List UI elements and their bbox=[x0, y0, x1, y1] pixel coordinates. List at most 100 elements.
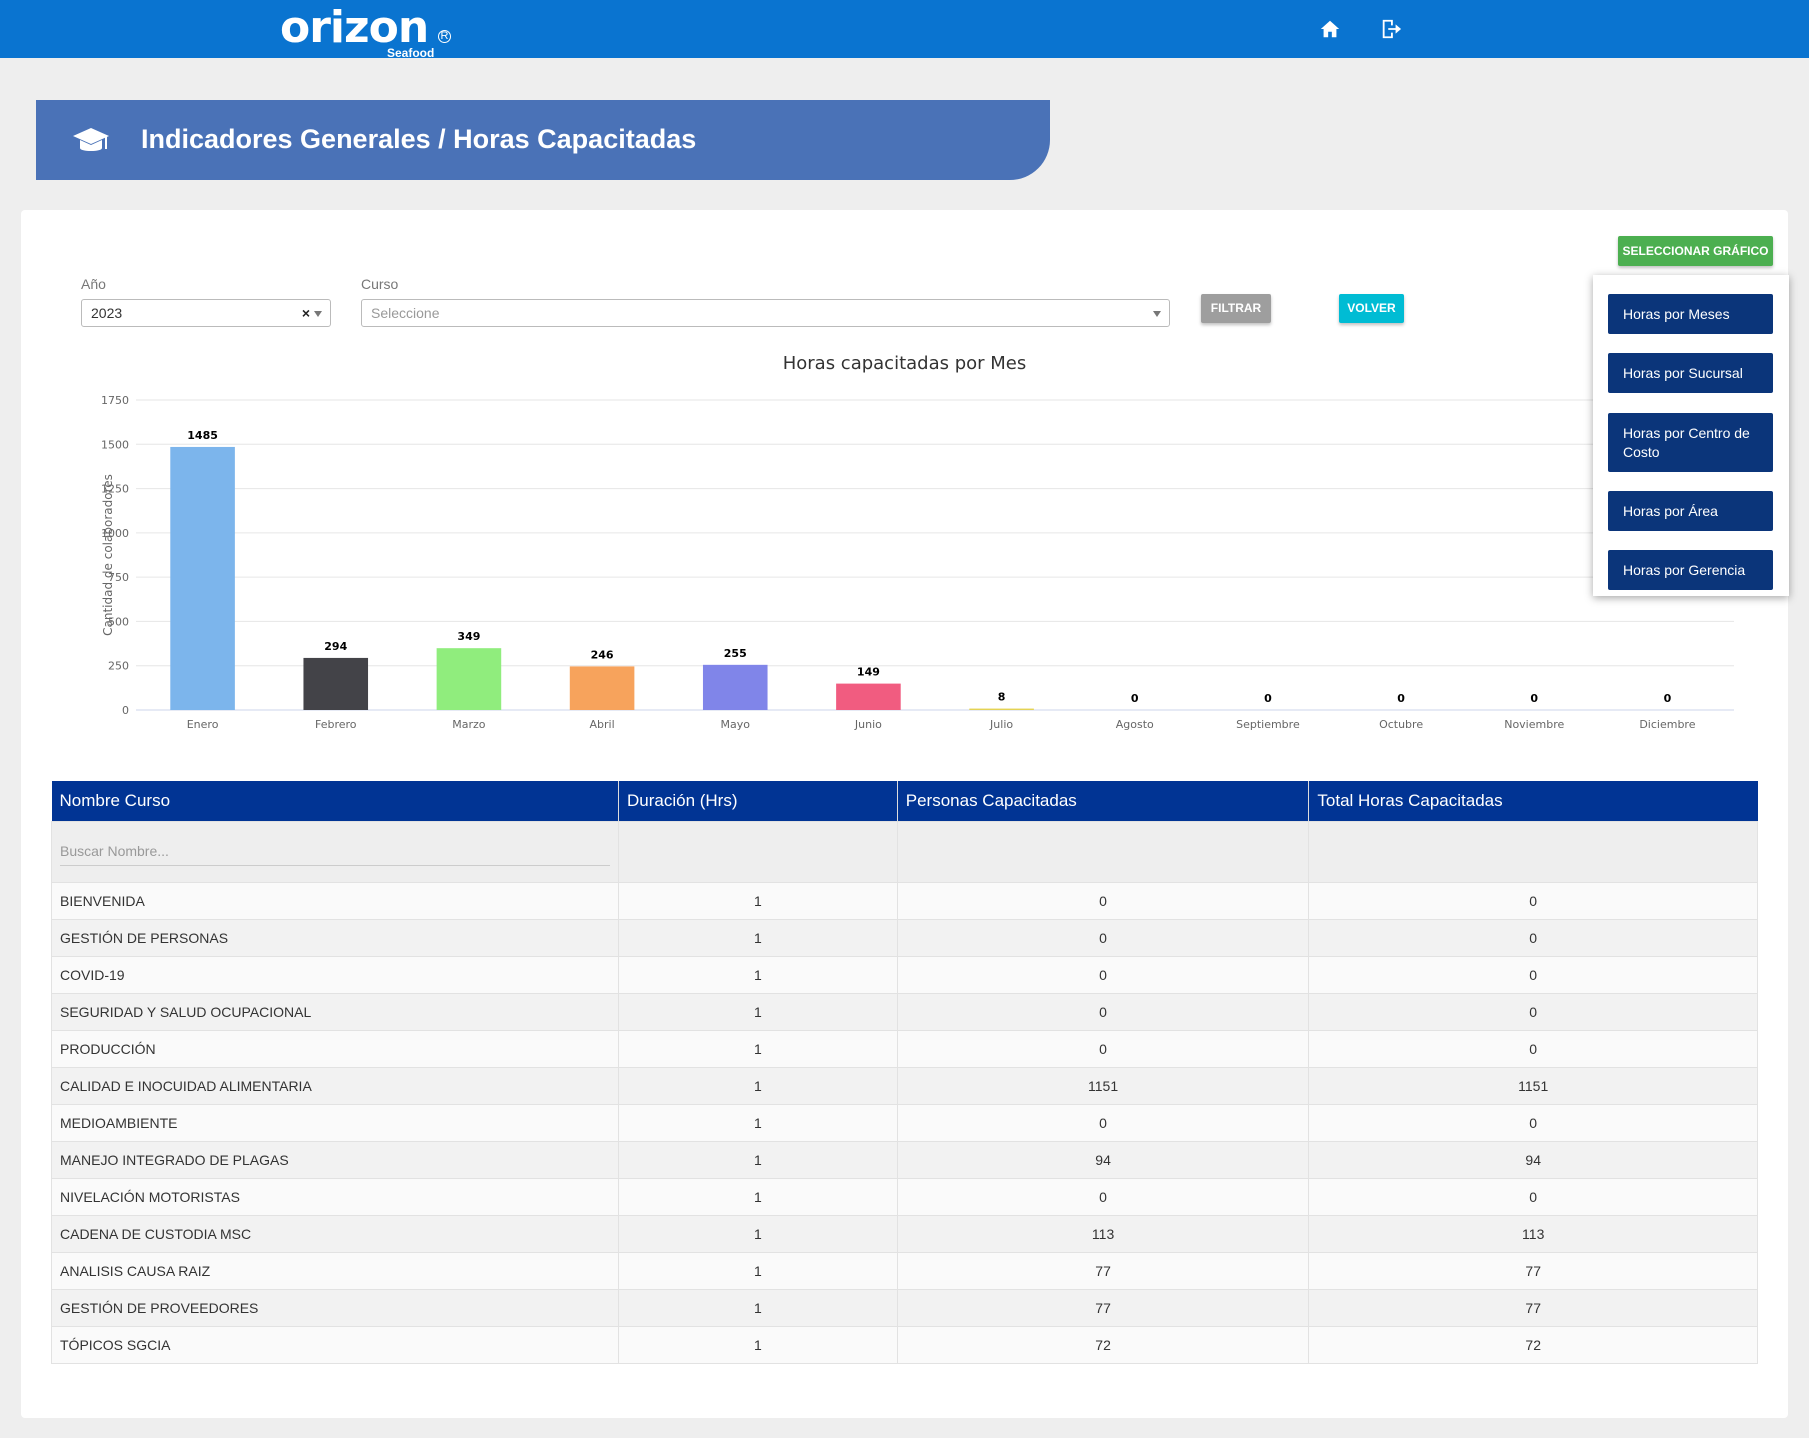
table-row[interactable]: BIENVENIDA 1 0 0 bbox=[51, 881, 1758, 920]
table-filter-row bbox=[51, 820, 1758, 883]
x-tick-label: Marzo bbox=[452, 718, 486, 731]
empty-filter-cell bbox=[896, 820, 1310, 883]
data-label: 1485 bbox=[187, 429, 218, 442]
duration-cell: 1 bbox=[617, 1251, 898, 1290]
page-title: Indicadores Generales / Horas Capacitada… bbox=[141, 124, 697, 154]
column-header-nombre-curso[interactable]: Nombre Curso bbox=[51, 781, 619, 821]
column-header-duracion[interactable]: Duración (Hrs) bbox=[618, 781, 898, 821]
logout-icon[interactable] bbox=[1380, 18, 1402, 40]
x-tick-label: Enero bbox=[187, 718, 219, 731]
menu-item-horas-por-centro-de-costo[interactable]: Horas por Centro de Costo bbox=[1608, 413, 1773, 472]
table-row[interactable]: GESTIÓN DE PROVEEDORES 1 77 77 bbox=[51, 1288, 1758, 1327]
graduation-cap-icon bbox=[73, 128, 109, 151]
table-row[interactable]: CADENA DE CUSTODIA MSC 1 113 113 bbox=[51, 1214, 1758, 1253]
menu-item-horas-por-meses[interactable]: Horas por Meses bbox=[1608, 294, 1773, 334]
chart-title: Horas capacitadas por Mes bbox=[782, 353, 1027, 374]
course-name-cell: COVID-19 bbox=[51, 955, 619, 994]
empty-filter-cell bbox=[617, 820, 898, 883]
column-header-personas-capacitadas[interactable]: Personas Capacitadas bbox=[897, 781, 1310, 821]
home-icon[interactable] bbox=[1319, 18, 1341, 40]
clear-icon[interactable]: × bbox=[302, 300, 310, 326]
bar-febrero bbox=[303, 657, 369, 710]
duration-cell: 1 bbox=[617, 1325, 898, 1364]
bar-marzo bbox=[436, 648, 502, 710]
x-tick-label: Octubre bbox=[1379, 718, 1423, 731]
people-trained-cell: 0 bbox=[896, 955, 1310, 994]
total-hours-cell: 0 bbox=[1308, 918, 1758, 957]
year-label: Año bbox=[81, 276, 106, 292]
filter-button[interactable]: FILTRAR bbox=[1201, 294, 1271, 323]
y-tick-label: 1500 bbox=[101, 438, 129, 451]
duration-cell: 1 bbox=[617, 1214, 898, 1253]
table-header-row: Nombre Curso Duración (Hrs) Personas Cap… bbox=[51, 781, 1758, 821]
course-name-cell: MANEJO INTEGRADO DE PLAGAS bbox=[51, 1140, 619, 1179]
data-label: 294 bbox=[324, 640, 347, 653]
y-tick-label: 1750 bbox=[101, 394, 129, 407]
people-trained-cell: 0 bbox=[896, 881, 1310, 920]
data-label: 0 bbox=[1530, 692, 1538, 705]
total-hours-cell: 113 bbox=[1308, 1214, 1758, 1253]
duration-cell: 1 bbox=[617, 881, 898, 920]
logo-subtitle: Seafood bbox=[387, 46, 435, 60]
table-row[interactable]: TÓPICOS SGCIA 1 72 72 bbox=[51, 1325, 1758, 1364]
duration-cell: 1 bbox=[617, 1029, 898, 1068]
table-row[interactable]: MANEJO INTEGRADO DE PLAGAS 1 94 94 bbox=[51, 1140, 1758, 1179]
people-trained-cell: 0 bbox=[896, 1103, 1310, 1142]
menu-item-horas-por-gerencia[interactable]: Horas por Gerencia bbox=[1608, 550, 1773, 590]
search-input[interactable] bbox=[60, 837, 610, 866]
data-label: 0 bbox=[1264, 692, 1272, 705]
table-row[interactable]: ANALISIS CAUSA RAIZ 1 77 77 bbox=[51, 1251, 1758, 1290]
table-row[interactable]: SEGURIDAD Y SALUD OCUPACIONAL 1 0 0 bbox=[51, 992, 1758, 1031]
course-select[interactable]: Seleccione bbox=[361, 299, 1170, 327]
bar-mayo bbox=[702, 664, 768, 710]
table-row[interactable]: PRODUCCIÓN 1 0 0 bbox=[51, 1029, 1758, 1068]
people-trained-cell: 0 bbox=[896, 1029, 1310, 1068]
duration-cell: 1 bbox=[617, 1103, 898, 1142]
people-trained-cell: 77 bbox=[896, 1288, 1310, 1327]
menu-item-horas-por-sucursal[interactable]: Horas por Sucursal bbox=[1608, 353, 1773, 393]
table-row[interactable]: MEDIOAMBIENTE 1 0 0 bbox=[51, 1103, 1758, 1142]
data-label: 8 bbox=[998, 691, 1006, 704]
table-row[interactable]: COVID-19 1 0 0 bbox=[51, 955, 1758, 994]
data-label: 255 bbox=[724, 647, 747, 660]
back-button[interactable]: VOLVER bbox=[1339, 294, 1404, 323]
data-label: 0 bbox=[1664, 692, 1672, 705]
table-row[interactable]: NIVELACIÓN MOTORISTAS 1 0 0 bbox=[51, 1177, 1758, 1216]
column-header-total-horas[interactable]: Total Horas Capacitadas bbox=[1308, 781, 1758, 821]
y-axis-title: Cantidad de colaboradores bbox=[101, 474, 115, 636]
menu-item-horas-por-area[interactable]: Horas por Área bbox=[1608, 491, 1773, 531]
people-trained-cell: 94 bbox=[896, 1140, 1310, 1179]
logo-text: orizon bbox=[280, 2, 429, 53]
total-hours-cell: 77 bbox=[1308, 1288, 1758, 1327]
course-name-cell: PRODUCCIÓN bbox=[51, 1029, 619, 1068]
total-hours-cell: 0 bbox=[1308, 1103, 1758, 1142]
course-label: Curso bbox=[361, 276, 399, 292]
x-tick-label: Febrero bbox=[315, 718, 357, 731]
top-navbar: orizon R Seafood bbox=[0, 0, 1809, 60]
duration-cell: 1 bbox=[617, 955, 898, 994]
orizon-logo[interactable]: orizon R Seafood bbox=[280, 2, 451, 60]
x-tick-label: Junio bbox=[854, 718, 882, 731]
bar-julio bbox=[969, 708, 1034, 710]
table-row[interactable]: CALIDAD E INOCUIDAD ALIMENTARIA 1 1151 1151 bbox=[51, 1066, 1758, 1105]
course-name-cell: ANALISIS CAUSA RAIZ bbox=[51, 1251, 619, 1290]
x-tick-label: Julio bbox=[989, 718, 1013, 731]
x-tick-label: Diciembre bbox=[1639, 718, 1695, 731]
people-trained-cell: 113 bbox=[896, 1214, 1310, 1253]
total-hours-cell: 72 bbox=[1308, 1325, 1758, 1364]
chart-selector-menu: Horas por Meses Horas por Sucursal Horas… bbox=[1593, 275, 1789, 596]
course-name-cell: CALIDAD E INOCUIDAD ALIMENTARIA bbox=[51, 1066, 619, 1105]
duration-cell: 1 bbox=[617, 992, 898, 1031]
x-tick-label: Agosto bbox=[1116, 718, 1154, 731]
table-row[interactable]: GESTIÓN DE PERSONAS 1 0 0 bbox=[51, 918, 1758, 957]
total-hours-cell: 1151 bbox=[1308, 1066, 1758, 1105]
people-trained-cell: 1151 bbox=[896, 1066, 1310, 1105]
data-label: 0 bbox=[1131, 692, 1139, 705]
total-hours-cell: 0 bbox=[1308, 1029, 1758, 1068]
select-chart-button[interactable]: SELECCIONAR GRÁFICO bbox=[1618, 236, 1773, 266]
data-label: 349 bbox=[457, 630, 480, 643]
total-hours-cell: 0 bbox=[1308, 992, 1758, 1031]
duration-cell: 1 bbox=[617, 1288, 898, 1327]
duration-cell: 1 bbox=[617, 1066, 898, 1105]
year-select[interactable]: 2023 × bbox=[81, 299, 331, 327]
